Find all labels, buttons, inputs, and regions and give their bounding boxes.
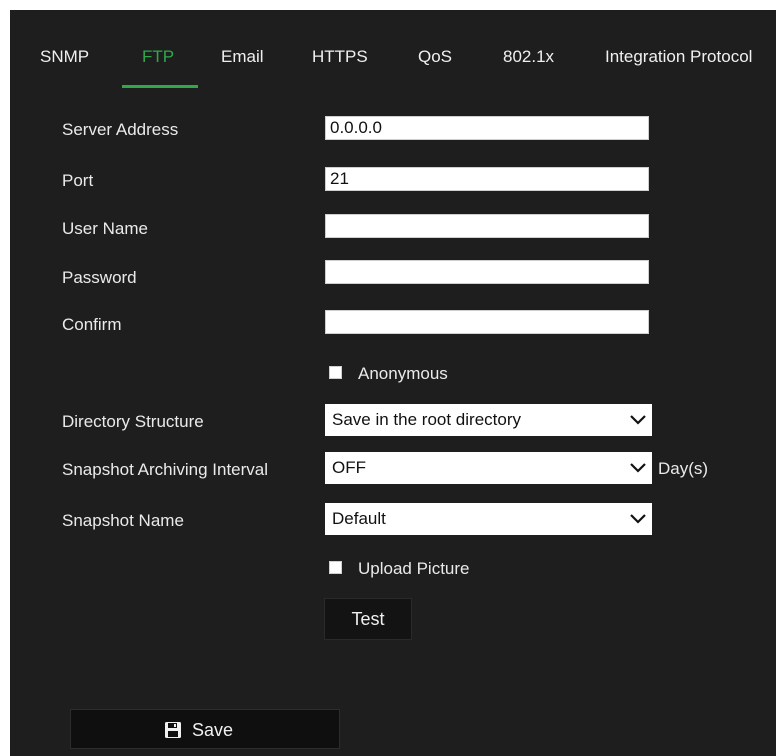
anonymous-label: Anonymous: [358, 364, 448, 383]
user-name-input[interactable]: [325, 214, 649, 238]
tab-bar: SNMP FTP Email HTTPS QoS 802.1x Integrat…: [10, 10, 776, 90]
ftp-settings-panel: SNMP FTP Email HTTPS QoS 802.1x Integrat…: [10, 10, 776, 756]
confirm-password-input[interactable]: [325, 310, 649, 334]
anonymous-checkbox[interactable]: [329, 366, 342, 379]
snapshot-interval-select[interactable]: OFF: [325, 452, 652, 484]
chevron-down-icon: [630, 415, 646, 425]
port-input[interactable]: [325, 167, 649, 191]
upload-picture-label: Upload Picture: [358, 559, 470, 578]
server-address-label: Server Address: [62, 120, 179, 139]
tab-8021x[interactable]: 802.1x: [503, 47, 554, 67]
tab-ftp[interactable]: FTP: [142, 47, 174, 67]
user-name-label: User Name: [62, 219, 148, 238]
active-tab-indicator: [122, 85, 198, 88]
floppy-disk-icon: [165, 722, 181, 738]
chevron-down-icon: [630, 463, 646, 473]
password-label: Password: [62, 268, 137, 287]
tab-integration-protocol[interactable]: Integration Protocol: [605, 47, 752, 67]
server-address-input[interactable]: [325, 116, 649, 140]
test-button[interactable]: Test: [324, 598, 412, 640]
port-label: Port: [62, 171, 94, 190]
upload-picture-checkbox[interactable]: [329, 561, 342, 574]
confirm-label: Confirm: [62, 315, 122, 334]
snapshot-interval-value: OFF: [332, 458, 366, 477]
directory-structure-value: Save in the root directory: [332, 410, 521, 429]
snapshot-name-value: Default: [332, 509, 386, 528]
save-label: Save: [192, 719, 234, 740]
tab-https[interactable]: HTTPS: [312, 47, 368, 67]
password-input[interactable]: [325, 260, 649, 284]
snapshot-name-label: Snapshot Name: [62, 511, 184, 530]
tab-snmp[interactable]: SNMP: [40, 47, 89, 67]
snapshot-interval-label: Snapshot Archiving Interval: [62, 460, 269, 479]
save-button[interactable]: Save: [70, 709, 340, 749]
directory-structure-select[interactable]: Save in the root directory: [325, 404, 652, 436]
interval-unit-label: Day(s): [658, 459, 709, 478]
directory-structure-label: Directory Structure: [62, 412, 204, 431]
chevron-down-icon: [630, 514, 646, 524]
tab-qos[interactable]: QoS: [418, 47, 452, 67]
tab-email[interactable]: Email: [221, 47, 264, 67]
snapshot-name-select[interactable]: Default: [325, 503, 652, 535]
